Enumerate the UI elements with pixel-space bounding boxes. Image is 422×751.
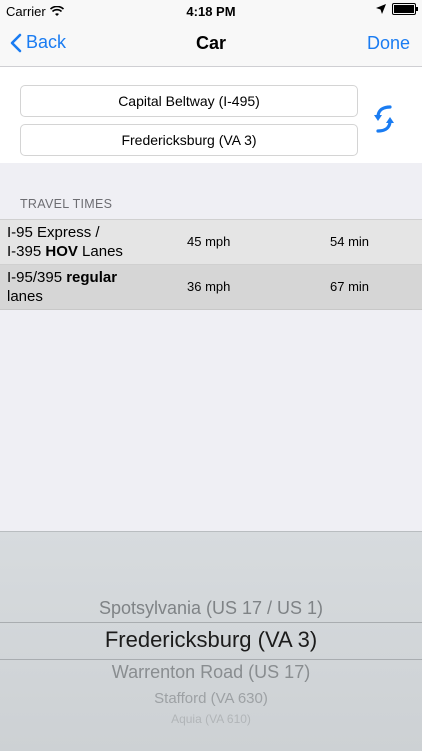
route-text: Lanes bbox=[77, 243, 123, 260]
picker-selection-top-line bbox=[0, 622, 422, 623]
battery-icon bbox=[392, 3, 418, 15]
time-value: 67 min bbox=[330, 279, 370, 294]
route-line: I-95 Express / bbox=[7, 224, 100, 241]
back-label: Back bbox=[26, 32, 67, 52]
route-line: lanes bbox=[7, 288, 43, 305]
route-emphasis: regular bbox=[66, 269, 118, 286]
navigation-bar: Back Car Done bbox=[0, 22, 422, 67]
clock: 4:18 PM bbox=[186, 4, 236, 19]
picker-option[interactable]: Spotsylvania (US 17 / US 1) bbox=[0, 598, 422, 619]
picker-option[interactable]: Stafford (VA 630) bbox=[0, 690, 422, 707]
to-field[interactable]: Fredericksburg (VA 3) bbox=[20, 124, 358, 156]
from-field[interactable]: Capital Beltway (I-495) bbox=[20, 85, 358, 117]
done-button[interactable]: Done bbox=[367, 33, 410, 54]
route-emphasis: HOV bbox=[45, 243, 78, 260]
route-line: I-95/395 regular bbox=[7, 268, 177, 287]
route-panel: Capital Beltway (I-495) Fredericksburg (… bbox=[0, 67, 422, 163]
route-name: I-95 Express / I-395 HOV Lanes bbox=[7, 223, 177, 261]
route-text: I-95/395 bbox=[7, 269, 67, 286]
swap-direction-button[interactable] bbox=[366, 99, 402, 139]
travel-time-row[interactable]: I-95 Express / I-395 HOV Lanes 45 mph 54… bbox=[0, 219, 422, 264]
route-text: I-395 bbox=[7, 243, 46, 260]
route-line: I-395 HOV Lanes bbox=[7, 242, 177, 261]
speed-value: 36 mph bbox=[187, 279, 231, 294]
route-name: I-95/395 regular lanes bbox=[7, 268, 177, 306]
picker-selection-bottom-line bbox=[0, 659, 422, 660]
status-bar: Carrier 4:18 PM bbox=[0, 0, 422, 22]
picker-option[interactable]: Warrenton Road (US 17) bbox=[0, 662, 422, 683]
picker-selected-option[interactable]: Fredericksburg (VA 3) bbox=[0, 627, 422, 653]
back-button[interactable]: Back bbox=[10, 32, 66, 53]
destination-picker[interactable]: Spotsylvania (US 17 / US 1) Fredericksbu… bbox=[0, 531, 422, 751]
speed-value: 45 mph bbox=[187, 234, 231, 249]
chevron-left-icon bbox=[10, 33, 22, 52]
swap-arrows-icon bbox=[374, 105, 394, 133]
travel-times-header: TRAVEL TIMES bbox=[20, 197, 113, 211]
time-value: 54 min bbox=[330, 234, 370, 249]
location-arrow-icon bbox=[376, 4, 386, 14]
picker-option[interactable]: Aquia (VA 610) bbox=[0, 712, 422, 726]
travel-time-row[interactable]: I-95/395 regular lanes 36 mph 67 min bbox=[0, 264, 422, 310]
